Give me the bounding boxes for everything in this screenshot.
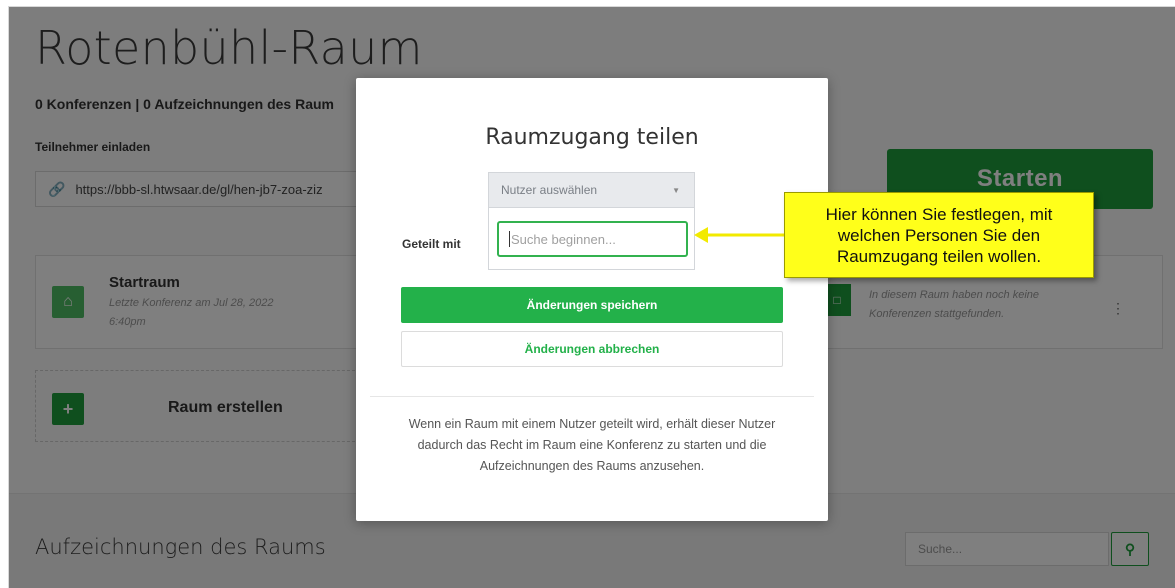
save-changes-button[interactable]: Änderungen speichern — [401, 287, 783, 323]
text-cursor — [509, 231, 510, 247]
modal-info-text: Wenn ein Raum mit einem Nutzer geteilt w… — [408, 417, 776, 473]
cancel-changes-button[interactable]: Änderungen abbrechen — [401, 331, 783, 367]
share-room-modal: Raumzugang teilen Nutzer auswählen ▼ Get… — [356, 78, 828, 521]
annotation-callout: Hier können Sie festlegen, mit welchen P… — [784, 192, 1094, 278]
divider — [370, 396, 814, 397]
user-select[interactable]: Nutzer auswählen ▼ — [488, 172, 695, 208]
user-search-placeholder: Suche beginnen... — [511, 231, 616, 247]
user-search-input[interactable]: Suche beginnen... — [497, 221, 688, 257]
shared-with-label: Geteilt mit — [402, 237, 461, 251]
user-select-placeholder: Nutzer auswählen — [501, 183, 598, 197]
modal-title: Raumzugang teilen — [485, 125, 699, 150]
caret-down-icon: ▼ — [672, 186, 680, 195]
